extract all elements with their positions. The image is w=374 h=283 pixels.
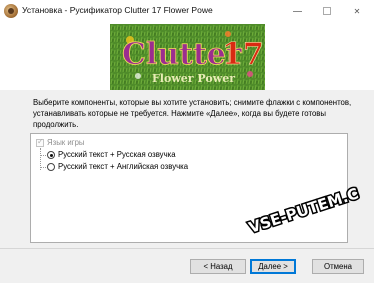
title-bar[interactable]: Установка - Русификатор Clutter 17 Flowe… <box>0 0 374 24</box>
option-radio-english-voice[interactable] <box>47 163 55 171</box>
group-checkbox[interactable] <box>36 137 44 147</box>
next-button[interactable]: Далее > <box>250 259 296 274</box>
game-logo-image: Clutter 17 Flower Power <box>110 24 265 90</box>
group-label: Язык игры <box>47 138 85 147</box>
components-tree[interactable]: Язык игры Русский текст + Русская озвучк… <box>30 133 348 243</box>
button-bar: < Назад Далее > Отмена <box>0 248 374 283</box>
tree-line-branch-1 <box>41 155 46 156</box>
minimize-button[interactable] <box>282 0 312 22</box>
components-page: Выберите компоненты, которые вы хотите у… <box>0 90 374 248</box>
cancel-button[interactable]: Отмена <box>312 259 364 274</box>
option-label-english-voice[interactable]: Русский текст + Английская озвучка <box>58 162 188 171</box>
game-logo-art: Clutter 17 Flower Power <box>110 24 265 90</box>
back-button[interactable]: < Назад <box>190 259 246 274</box>
header-banner: Clutter 17 Flower Power <box>0 24 374 91</box>
maximize-icon <box>323 7 331 15</box>
app-icon <box>4 4 18 18</box>
option-radio-russian-voice[interactable] <box>47 151 55 159</box>
window-title: Установка - Русификатор Clutter 17 Flowe… <box>22 5 213 15</box>
maximize-button[interactable] <box>312 0 342 22</box>
minimize-icon <box>292 10 302 12</box>
logo-number: 17 <box>222 37 264 72</box>
close-button[interactable]: ✕ <box>342 0 372 22</box>
tree-line-branch-2 <box>41 167 46 168</box>
logo-subtitle: Flower Power <box>152 72 235 85</box>
instructions-text: Выберите компоненты, которые вы хотите у… <box>33 98 352 129</box>
installer-window: Установка - Русификатор Clutter 17 Flowe… <box>0 0 374 283</box>
option-label-russian-voice[interactable]: Русский текст + Русская озвучка <box>58 150 176 159</box>
close-icon: ✕ <box>353 6 361 16</box>
